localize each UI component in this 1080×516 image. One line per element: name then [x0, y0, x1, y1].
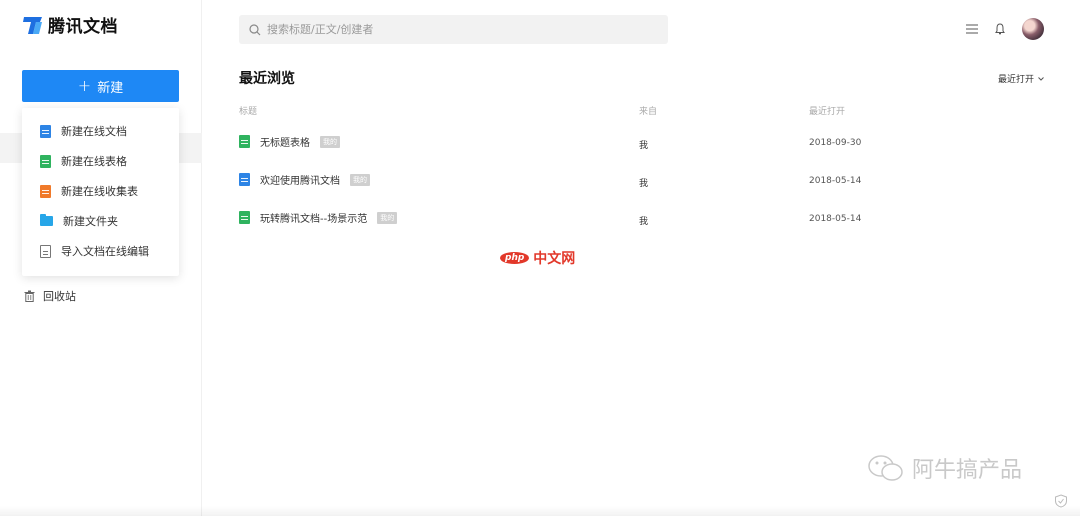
- sidebar: 腾讯文档 + 新建 新建在线文档 新建在线表格 新建在线收集表 新建文件夹 导入…: [0, 0, 202, 516]
- menu-item-label: 导入文档在线编辑: [61, 245, 149, 258]
- form-icon: [40, 184, 51, 198]
- menu-item-label: 新建文件夹: [63, 215, 118, 228]
- tencent-docs-logo-icon: [23, 16, 42, 34]
- table-row[interactable]: 玩转腾讯文档--场景示范 我的 我 2018-05-14: [239, 210, 1045, 230]
- table-row[interactable]: 无标题表格 我的 我 2018-09-30: [239, 134, 1045, 154]
- row-name-cell: 玩转腾讯文档--场景示范 我的: [239, 210, 398, 225]
- row-date: 2018-05-14: [809, 214, 862, 224]
- sort-label: 最近打开: [997, 75, 1034, 85]
- file-name: 欢迎使用腾讯文档: [260, 176, 340, 187]
- sheet-icon: [239, 211, 250, 224]
- file-name: 无标题表格: [260, 138, 310, 149]
- row-date: 2018-05-14: [809, 176, 862, 186]
- php-site-name: 中文网: [533, 251, 576, 267]
- owner-badge: 我的: [377, 211, 398, 224]
- import-icon: [40, 244, 51, 258]
- account-watermark: 阿牛搞产品: [866, 452, 1022, 484]
- owner-badge: 我的: [350, 173, 370, 186]
- sheet-icon: [239, 135, 250, 148]
- sidebar-item-label: 回收站: [43, 290, 76, 303]
- wechat-icon: [868, 455, 903, 481]
- php-logo: php: [500, 252, 530, 264]
- sort-dropdown[interactable]: 最近打开: [998, 72, 1044, 85]
- row-from: 我: [639, 179, 649, 189]
- plus-icon: +: [77, 76, 92, 95]
- menu-item-new-folder[interactable]: 新建文件夹: [22, 206, 179, 236]
- folder-icon: [40, 214, 53, 226]
- row-from: 我: [639, 217, 649, 227]
- file-name: 玩转腾讯文档--场景示范: [260, 214, 368, 225]
- row-name-cell: 欢迎使用腾讯文档 我的: [239, 172, 370, 187]
- menu-item-new-doc[interactable]: 新建在线文档: [22, 116, 179, 146]
- new-button[interactable]: + 新建: [22, 70, 179, 102]
- column-header-date: 最近打开: [809, 107, 846, 117]
- search-bar: [239, 15, 668, 44]
- menu-item-import[interactable]: 导入文档在线编辑: [22, 236, 179, 266]
- app-name: 腾讯文档: [48, 17, 118, 37]
- row-name-cell: 无标题表格 我的: [239, 134, 340, 149]
- search-icon: [249, 23, 261, 35]
- menu-item-label: 新建在线文档: [61, 125, 127, 138]
- search-input[interactable]: [267, 23, 647, 36]
- page-title: 最近浏览: [239, 71, 295, 87]
- new-dropdown-menu: 新建在线文档 新建在线表格 新建在线收集表 新建文件夹 导入文档在线编辑: [22, 108, 179, 276]
- new-button-label: 新建: [97, 80, 124, 96]
- row-date: 2018-09-30: [809, 138, 862, 148]
- column-header-from: 来自: [639, 107, 658, 117]
- menu-item-new-form[interactable]: 新建在线收集表: [22, 176, 179, 206]
- top-toolbar: [966, 18, 1044, 40]
- menu-item-label: 新建在线表格: [61, 155, 127, 168]
- doc-icon: [40, 124, 51, 138]
- bell-icon[interactable]: [994, 23, 1006, 35]
- account-name: 阿牛搞产品: [912, 458, 1023, 483]
- avatar[interactable]: [1022, 18, 1044, 40]
- chevron-down-icon: [1038, 76, 1044, 81]
- bottom-edge: [0, 506, 1080, 516]
- app-logo[interactable]: 腾讯文档: [22, 12, 118, 37]
- sidebar-item-trash[interactable]: 回收站: [24, 288, 76, 304]
- table-row[interactable]: 欢迎使用腾讯文档 我的 我 2018-05-14: [239, 172, 1045, 192]
- table-header: 标题 来自 最近打开: [239, 104, 1045, 118]
- owner-badge: 我的: [320, 135, 340, 148]
- menu-item-new-sheet[interactable]: 新建在线表格: [22, 146, 179, 176]
- column-header-title: 标题: [239, 107, 258, 117]
- row-from: 我: [639, 141, 649, 151]
- sheet-icon: [40, 154, 51, 168]
- list-menu-icon[interactable]: [966, 24, 978, 34]
- menu-item-label: 新建在线收集表: [61, 185, 138, 198]
- php-watermark: php 中文网: [500, 248, 575, 268]
- trash-icon: [24, 290, 35, 302]
- doc-icon: [239, 173, 250, 186]
